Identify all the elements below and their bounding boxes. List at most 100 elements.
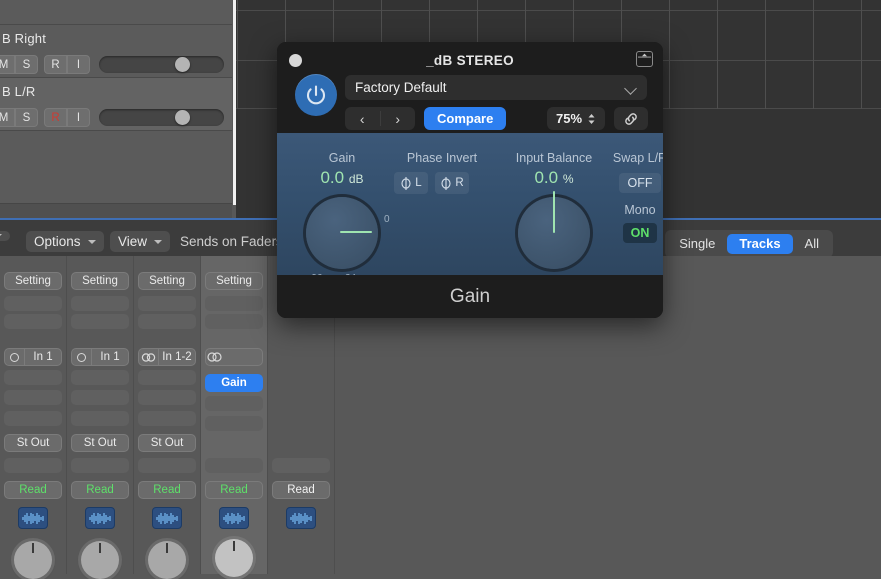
track-input-button[interactable]: I — [67, 108, 90, 127]
phase-invert-right-button[interactable]: R — [435, 172, 469, 194]
track-input-button[interactable]: I — [67, 55, 90, 74]
strip-setting-button[interactable]: Setting — [138, 272, 196, 290]
strip-insert-slot[interactable] — [4, 370, 62, 385]
strip-automation-mode[interactable]: Read — [71, 481, 129, 499]
strip-group-slot[interactable] — [205, 458, 263, 473]
track-record-button[interactable]: R — [44, 55, 67, 74]
strip-eq-slot[interactable] — [205, 296, 263, 311]
compare-button[interactable]: Compare — [424, 107, 507, 130]
waveform-icon[interactable] — [286, 507, 316, 529]
chevron-down-icon — [87, 239, 96, 244]
strip-midi-fx-slot[interactable] — [205, 314, 263, 329]
waveform-icon[interactable] — [85, 507, 115, 529]
strip-group-slot[interactable] — [272, 458, 330, 473]
strip-send-slot[interactable] — [205, 416, 263, 431]
strip-automation-mode[interactable]: Read — [272, 481, 330, 499]
track-row-b-lr[interactable]: B L/R M S R I — [0, 78, 232, 131]
strip-pan-knob[interactable] — [148, 541, 186, 579]
toolbar-overflow-menu[interactable] — [0, 231, 10, 241]
strip-midi-fx-slot[interactable] — [71, 314, 129, 329]
power-icon[interactable] — [295, 74, 337, 116]
gain-knob-marker: 0 — [384, 214, 390, 225]
prev-preset-button[interactable]: ‹ — [345, 107, 380, 130]
strip-send-slot[interactable] — [71, 411, 129, 426]
channel-strip-selected[interactable]: Setting Gain Read — [201, 256, 268, 577]
fader-handle[interactable] — [175, 57, 190, 72]
strip-pan-knob[interactable] — [215, 539, 253, 577]
strip-input-selector[interactable]: In 1 — [4, 348, 62, 366]
track-volume-fader[interactable] — [99, 56, 224, 73]
strip-setting-button[interactable]: Setting — [205, 272, 263, 290]
track-mute-button[interactable]: M — [0, 55, 15, 74]
strip-eq-slot[interactable] — [138, 296, 196, 311]
mono-toggle[interactable]: ON — [623, 223, 657, 243]
preset-nav-group[interactable]: ‹ › — [345, 107, 415, 130]
preset-select[interactable]: Factory Default — [345, 75, 647, 100]
view-mode-segmented-control[interactable]: Single Tracks All — [665, 230, 833, 258]
strip-input-selector[interactable]: In 1-2 — [138, 348, 196, 366]
strip-send-slot[interactable] — [4, 411, 62, 426]
channel-strip[interactable]: Setting In 1-2 St Out Read — [134, 256, 201, 579]
strip-midi-fx-slot[interactable] — [138, 314, 196, 329]
strip-input-selector[interactable] — [205, 348, 263, 366]
track-mute-button[interactable]: M — [0, 108, 15, 127]
strip-group-slot[interactable] — [71, 458, 129, 473]
strip-plugin-slot-gain[interactable]: Gain — [205, 374, 263, 392]
track-solo-button[interactable]: S — [15, 108, 38, 127]
waveform-icon[interactable] — [18, 507, 48, 529]
view-mode-all[interactable]: All — [793, 234, 831, 254]
plugin-window-db-stereo[interactable]: _dB STEREO Factory Default ‹ › Compare 7… — [277, 42, 663, 318]
view-mode-tracks[interactable]: Tracks — [727, 234, 793, 254]
link-icon[interactable] — [614, 107, 648, 130]
mixer-horizontal-scrollbar[interactable] — [0, 203, 232, 218]
strip-insert-slot[interactable] — [205, 396, 263, 411]
channel-strip[interactable]: Setting In 1 St Out Read — [67, 256, 134, 579]
strip-output-button[interactable]: St Out — [71, 434, 129, 452]
strip-midi-fx-slot[interactable] — [4, 314, 62, 329]
track-solo-button[interactable]: S — [15, 55, 38, 74]
strip-insert-slot[interactable] — [138, 390, 196, 405]
view-menu[interactable]: View — [110, 231, 171, 252]
track-record-button[interactable]: R — [44, 108, 67, 127]
strip-group-slot[interactable] — [4, 458, 62, 473]
strip-send-slot[interactable] — [138, 411, 196, 426]
preset-value: Factory Default — [355, 80, 447, 95]
strip-group-slot[interactable] — [138, 458, 196, 473]
track-row-b-right[interactable]: B Right M S R I — [0, 25, 232, 78]
waveform-icon[interactable] — [219, 507, 249, 529]
strip-eq-slot[interactable] — [71, 296, 129, 311]
channel-strip[interactable]: Setting In 1 St Out Read — [0, 256, 67, 579]
fader-handle[interactable] — [175, 110, 190, 125]
strip-automation-mode[interactable]: Read — [205, 481, 263, 499]
sends-on-faders-label[interactable]: Sends on Faders — [180, 234, 283, 249]
zoom-stepper[interactable]: 75% — [547, 107, 605, 130]
strip-input-selector[interactable]: In 1 — [71, 348, 129, 366]
strip-eq-slot[interactable] — [4, 296, 62, 311]
phase-invert-left-button[interactable]: L — [394, 172, 428, 194]
track-volume-fader[interactable] — [99, 109, 224, 126]
strip-insert-slot[interactable] — [71, 390, 129, 405]
strip-setting-button[interactable]: Setting — [4, 272, 62, 290]
strip-output-button[interactable]: St Out — [138, 434, 196, 452]
strip-automation-mode[interactable]: Read — [138, 481, 196, 499]
strip-automation-mode[interactable]: Read — [4, 481, 62, 499]
gain-knob[interactable] — [306, 197, 378, 269]
bar-gridline — [813, 0, 814, 109]
waveform-icon[interactable] — [152, 507, 182, 529]
strip-insert-slot[interactable] — [71, 370, 129, 385]
strip-insert-slot[interactable] — [138, 370, 196, 385]
strip-setting-button[interactable]: Setting — [71, 272, 129, 290]
strip-insert-slot[interactable] — [4, 390, 62, 405]
options-menu[interactable]: Options — [26, 231, 104, 252]
mono-label: Mono — [624, 203, 656, 217]
input-balance-knob[interactable] — [518, 191, 590, 269]
swap-lr-toggle[interactable]: OFF — [619, 173, 661, 193]
expand-window-icon[interactable] — [636, 51, 653, 67]
view-mode-single[interactable]: Single — [667, 234, 727, 254]
next-preset-button[interactable]: › — [381, 107, 416, 130]
track-row[interactable]: M S R I — [0, 0, 232, 25]
view-menu-label: View — [118, 234, 148, 249]
strip-pan-knob[interactable] — [81, 541, 119, 579]
strip-pan-knob[interactable] — [14, 541, 52, 579]
strip-output-button[interactable]: St Out — [4, 434, 62, 452]
